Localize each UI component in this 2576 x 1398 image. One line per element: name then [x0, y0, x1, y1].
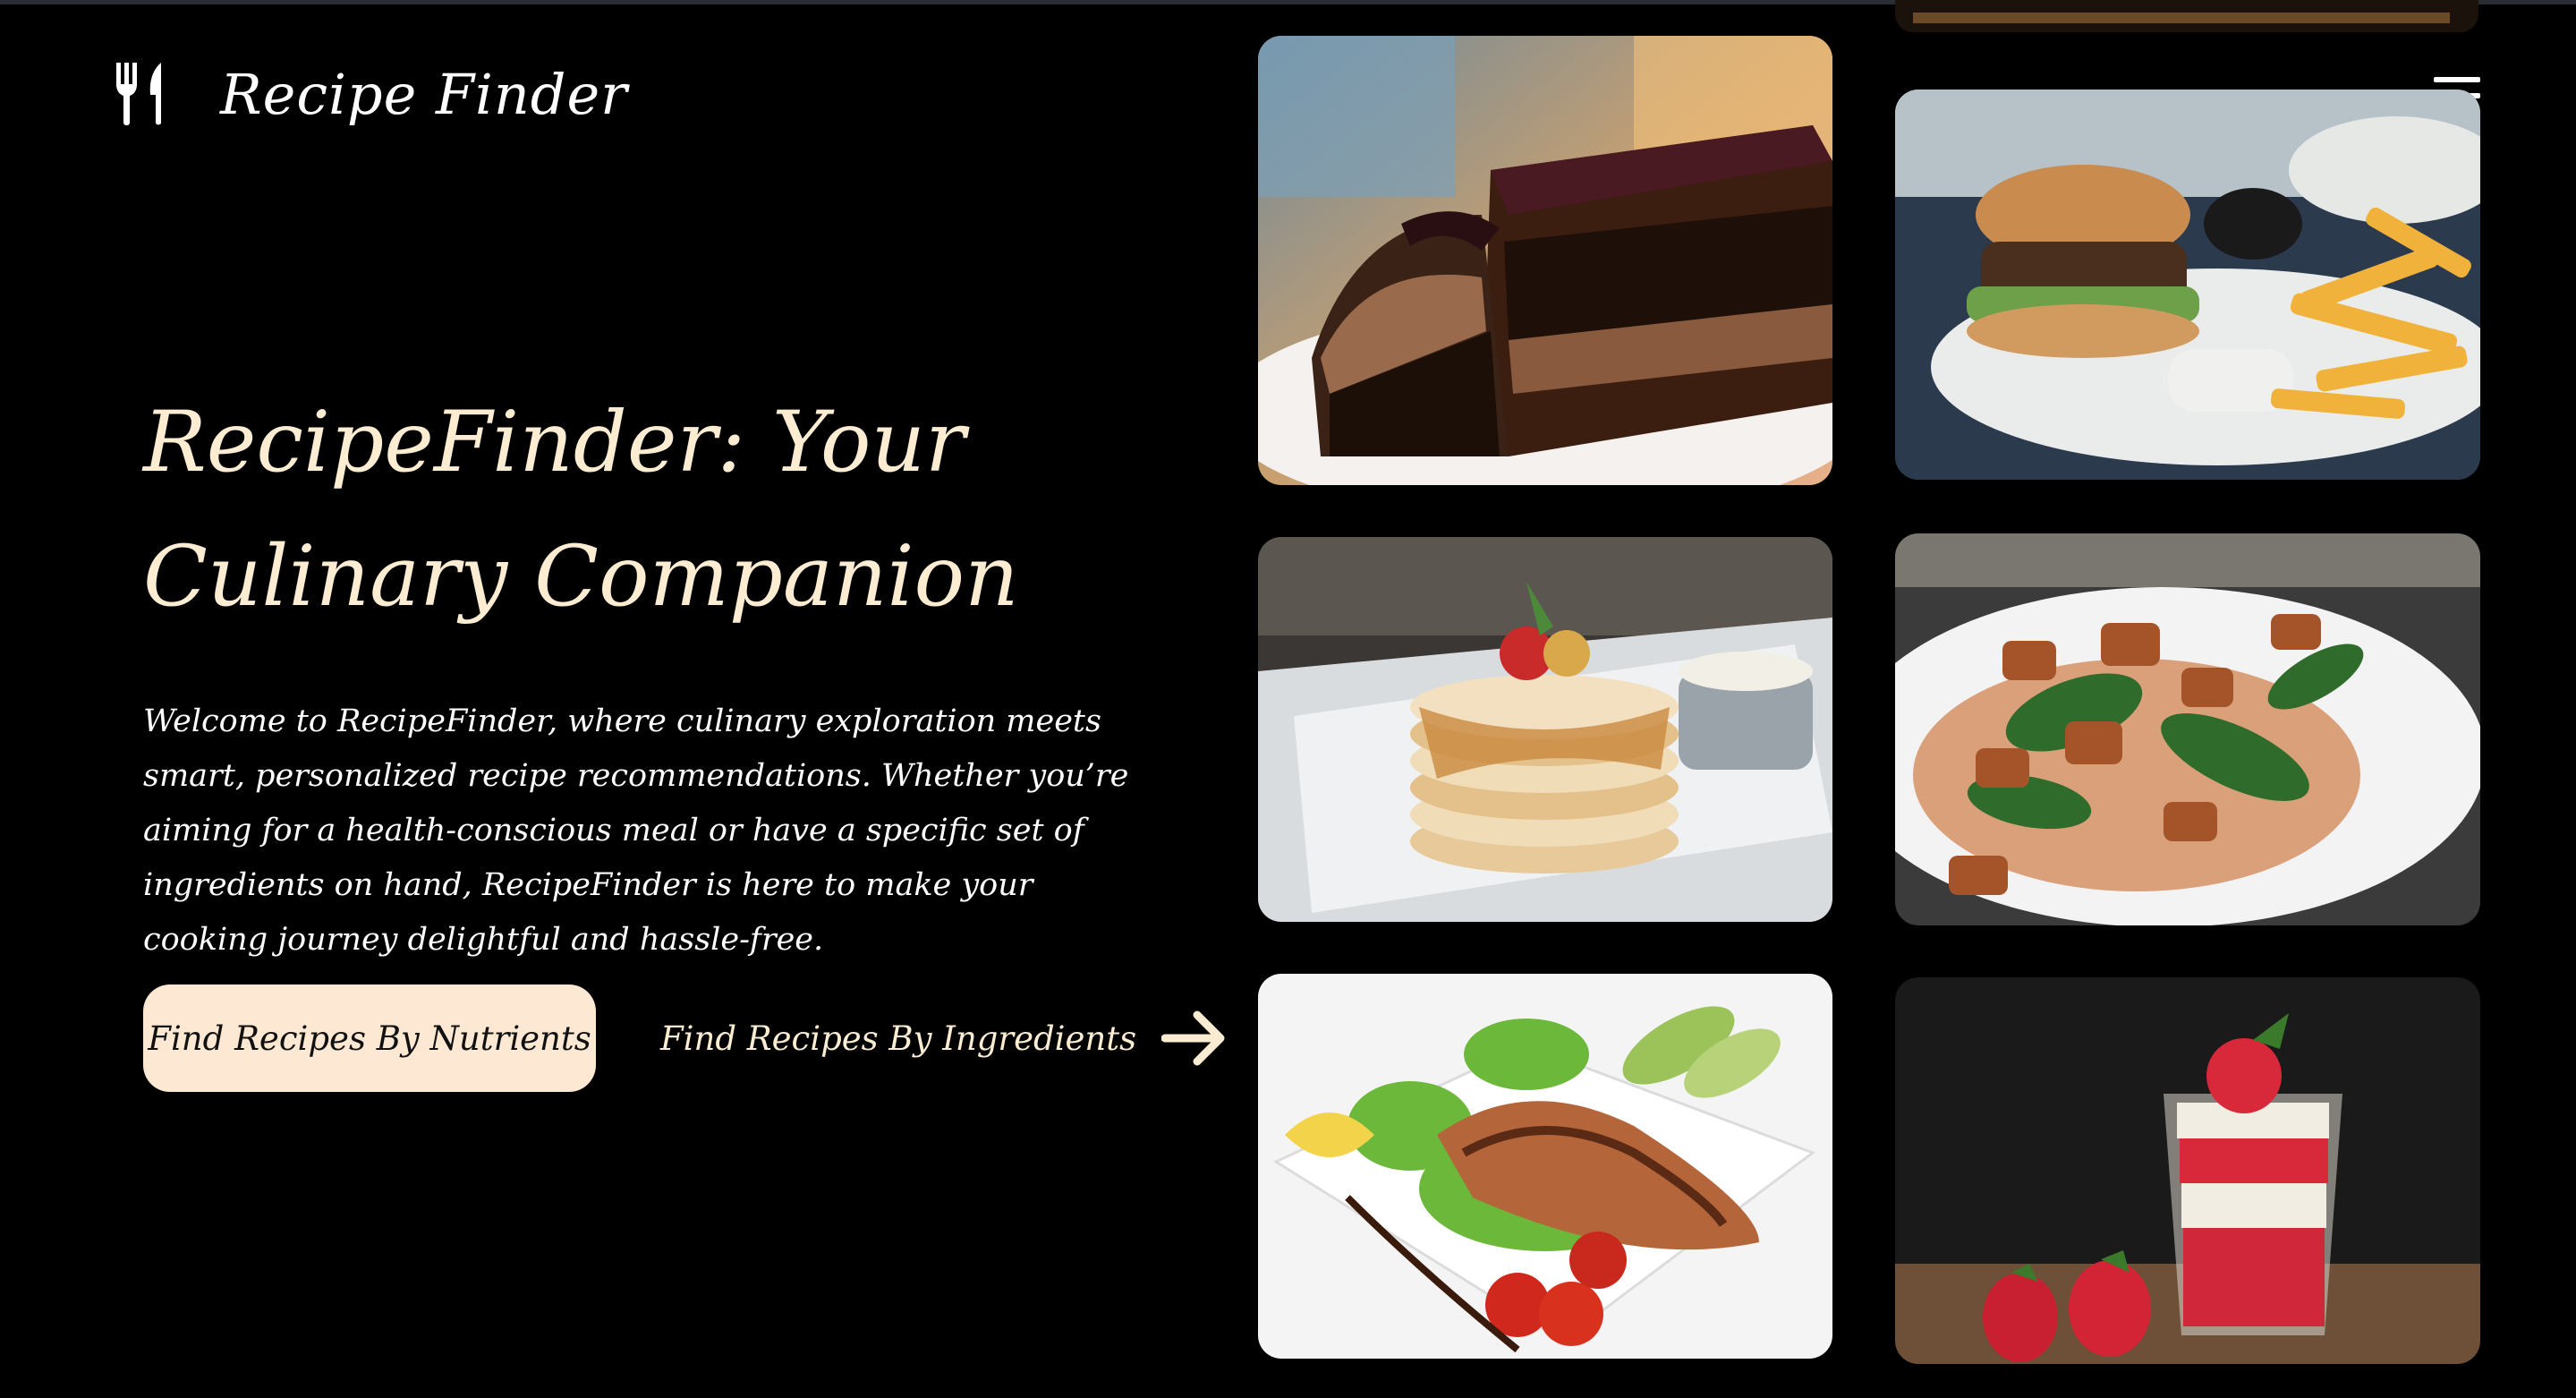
- arrow-right-icon: [1161, 1010, 1225, 1066]
- brand-logo[interactable]: Recipe Finder: [115, 54, 628, 134]
- hero-description: Welcome to RecipeFinder, where culinary …: [143, 703, 1129, 958]
- grilled-salmon-image[interactable]: [1258, 974, 1832, 1359]
- find-by-ingredients-link[interactable]: Find Recipes By Ingredients: [660, 1002, 1228, 1074]
- chocolate-cake-image[interactable]: [1258, 36, 1832, 485]
- find-by-nutrients-button[interactable]: Find Recipes By Nutrients: [143, 985, 596, 1092]
- find-by-ingredients-label: Find Recipes By Ingredients: [660, 1019, 1137, 1058]
- brand-name: Recipe Finder: [220, 61, 628, 127]
- strawberry-parfait-image[interactable]: [1895, 977, 2480, 1364]
- pancake-stack-image[interactable]: [1258, 537, 1832, 922]
- burger-fries-image[interactable]: [1895, 90, 2480, 480]
- food-image-partial: [1895, 0, 2478, 32]
- hero-title: RecipeFinder: Your Culinary Companion: [143, 394, 1019, 626]
- chicken-salad-image[interactable]: [1895, 533, 2480, 925]
- utensils-icon: [116, 63, 161, 125]
